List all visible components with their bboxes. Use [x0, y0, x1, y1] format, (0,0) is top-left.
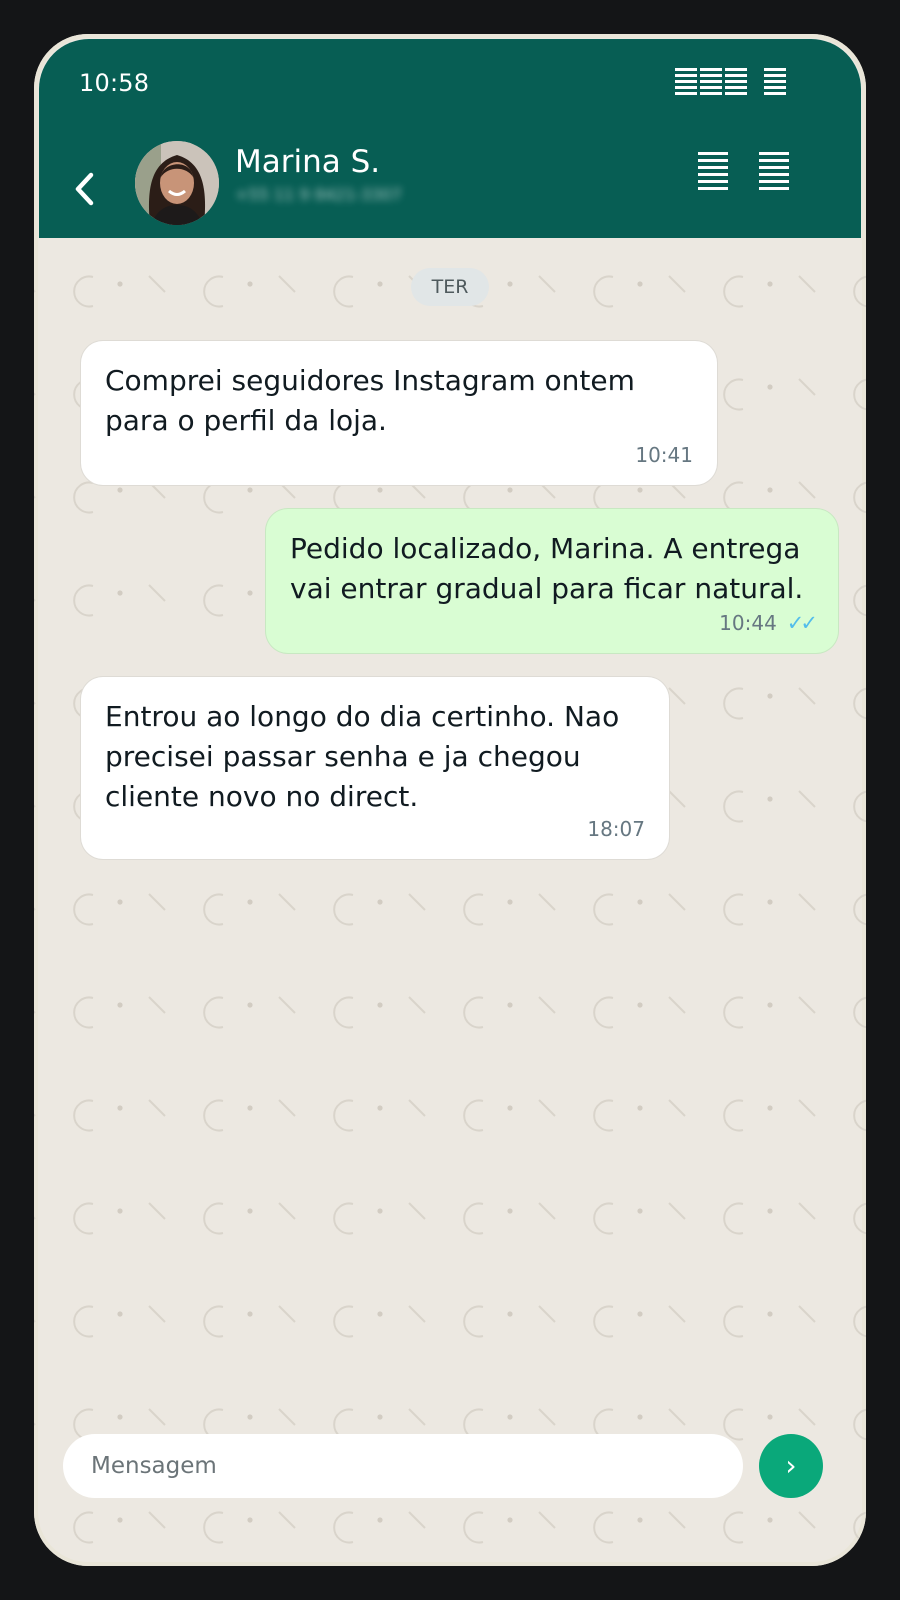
message-text: Entrou ao longo do dia certinho. Nao pre…: [105, 700, 620, 813]
message-meta: 10:41: [635, 435, 693, 475]
send-button[interactable]: ›: [759, 1434, 823, 1498]
phone-call-icon: [759, 152, 789, 190]
phone-frame: 10:58 Marina S. +55 11 9 8421-3307 TER C…: [34, 34, 866, 1566]
message-list[interactable]: TER Comprei seguidores Instagram ontem p…: [34, 238, 866, 1566]
chat-header: 10:58 Marina S. +55 11 9 8421-3307: [39, 39, 861, 238]
message-text: Comprei seguidores Instagram ontem para …: [105, 364, 635, 437]
message-time: 18:07: [587, 817, 645, 841]
message-input[interactable]: [63, 1434, 743, 1498]
status-bar-icons: [675, 65, 795, 99]
send-chevron-icon: ›: [785, 1449, 797, 1482]
phone-call-button[interactable]: [758, 151, 792, 193]
video-call-icon: [698, 152, 728, 190]
back-button[interactable]: [67, 167, 101, 211]
message-incoming[interactable]: Comprei seguidores Instagram ontem para …: [81, 341, 717, 485]
message-meta: 18:07: [587, 809, 645, 849]
message-time: 10:41: [635, 443, 693, 467]
message-text: Pedido localizado, Marina. A entrega vai…: [290, 532, 804, 605]
chevron-left-icon: [75, 172, 94, 206]
message-meta: 10:44 ✓✓: [719, 603, 818, 643]
video-call-button[interactable]: [697, 151, 731, 193]
contact-name[interactable]: Marina S.: [235, 142, 380, 182]
battery-icon: [764, 68, 786, 95]
contact-photo: [135, 141, 219, 225]
message-incoming[interactable]: Entrou ao longo do dia certinho. Nao pre…: [81, 677, 669, 859]
contact-subtitle: +55 11 9 8421-3307: [235, 185, 402, 204]
message-time: 10:44: [719, 611, 777, 635]
message-outgoing[interactable]: Pedido localizado, Marina. A entrega vai…: [266, 509, 838, 653]
double-check-icon: ✓✓: [786, 611, 818, 635]
status-time: 10:58: [79, 69, 150, 97]
signal-icon: [675, 68, 747, 95]
avatar[interactable]: [135, 141, 219, 225]
date-separator: TER: [411, 268, 489, 306]
